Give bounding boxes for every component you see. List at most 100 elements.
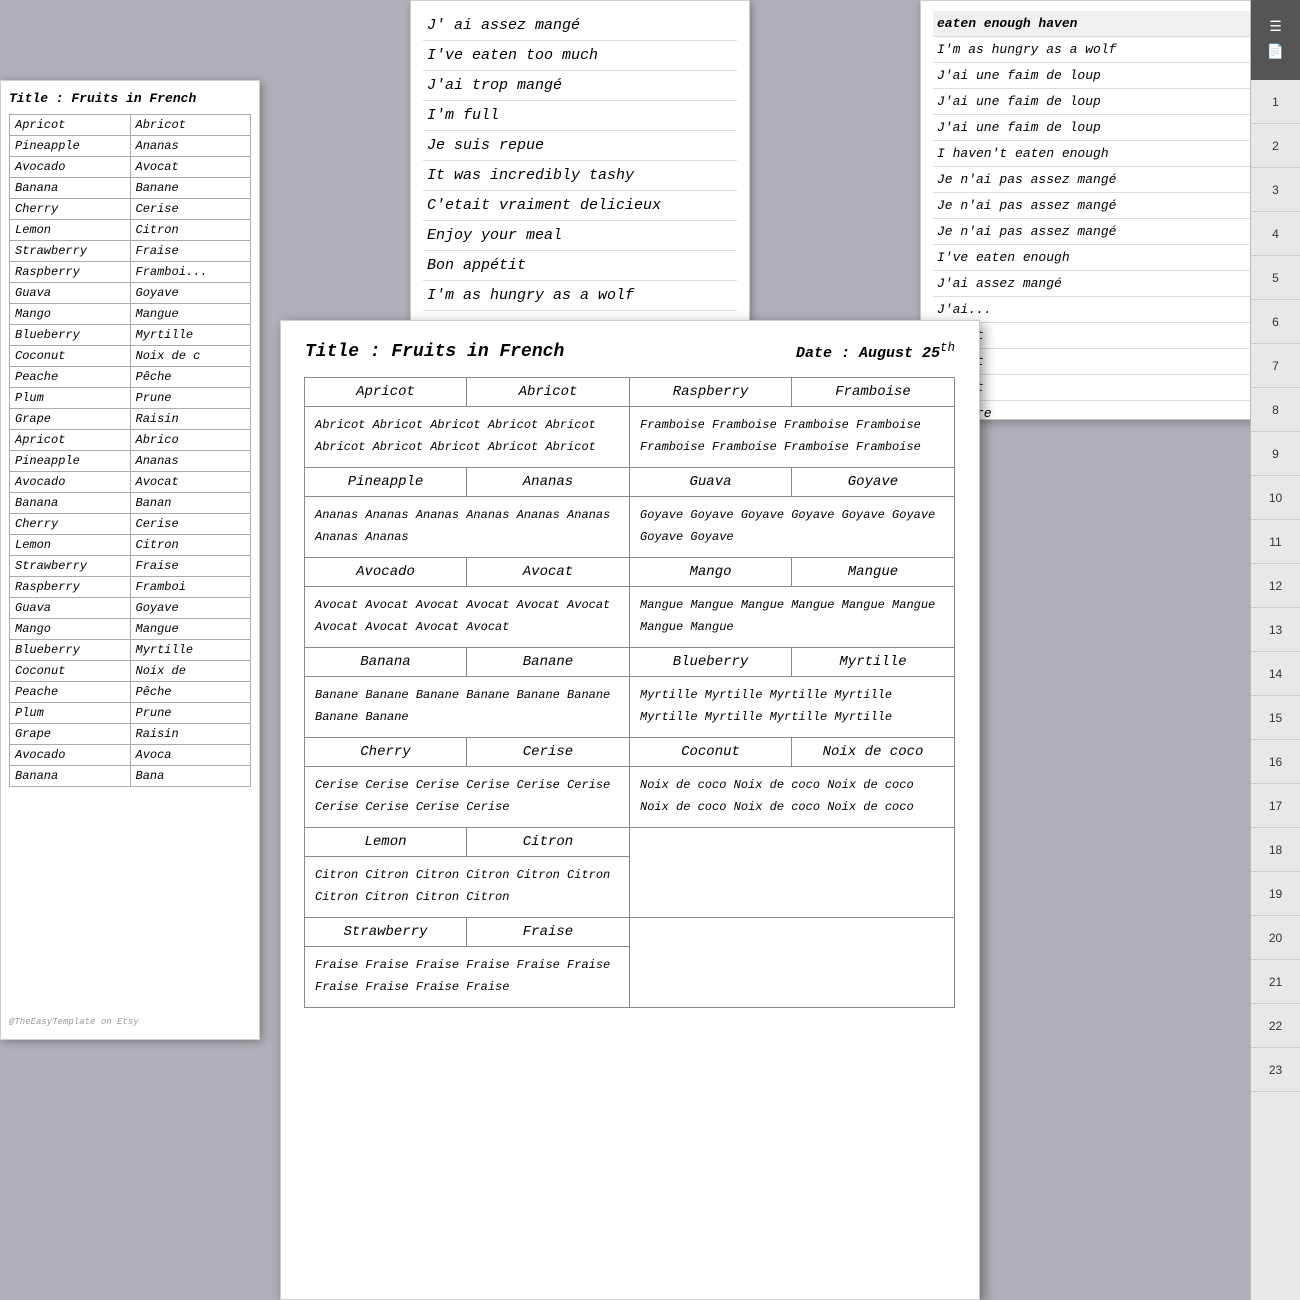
left-fruit-row: CoconutNoix de [10, 661, 251, 682]
fruit-english-header: Banana [305, 648, 467, 676]
fruit-french: Avocat [130, 472, 251, 493]
fruit-french-header: Abricot [467, 378, 629, 406]
fruit-section-header: Blueberry Myrtille [630, 648, 954, 677]
left-fruit-row: StrawberryFraise [10, 556, 251, 577]
fruit-practice-left: Avocat Avocat Avocat Avocat Avocat Avoca… [305, 587, 629, 647]
left-fruit-row: PineappleAnanas [10, 451, 251, 472]
fruit-english: Blueberry [10, 325, 131, 346]
fruit-section-header: Raspberry Framboise [630, 378, 954, 407]
phrase-line-right: Je n'ai pas assez mangé [933, 219, 1287, 245]
sidebar-number[interactable]: 6 [1251, 300, 1300, 344]
fruit-practice-right: Framboise Framboise Framboise Framboise … [630, 407, 954, 467]
sidebar-number[interactable]: 18 [1251, 828, 1300, 872]
sidebar-num-label: 11 [1269, 535, 1281, 549]
fruit-section-left: Cherry Cerise Cerise Cerise Cerise Ceris… [304, 737, 630, 828]
sidebar-number[interactable]: 9 [1251, 432, 1300, 476]
sidebar-number[interactable]: 10 [1251, 476, 1300, 520]
phrase-line-right: J'ai une faim de loup [933, 89, 1287, 115]
fruit-french: Raisin [130, 409, 251, 430]
sidebar-number[interactable]: 12 [1251, 564, 1300, 608]
phrase-line-right: suis re [933, 401, 1287, 420]
sidebar-num-label: 20 [1269, 931, 1282, 945]
fruit-english: Peache [10, 367, 131, 388]
sidebar-number[interactable]: 20 [1251, 916, 1300, 960]
fruit-english: Cherry [10, 514, 131, 535]
fruit-section-right [629, 827, 955, 918]
fruit-section-left: Strawberry Fraise Fraise Fraise Fraise F… [304, 917, 630, 1008]
left-fruit-row: ApricotAbrico [10, 430, 251, 451]
fruit-section-left: Avocado Avocat Avocat Avocat Avocat Avoc… [304, 557, 630, 648]
left-fruit-row: BananaBanane [10, 178, 251, 199]
sidebar-number[interactable]: 7 [1251, 344, 1300, 388]
fruit-english-header: Coconut [630, 738, 792, 766]
left-fruit-row: PeachePêche [10, 367, 251, 388]
sidebar-num-label: 9 [1272, 447, 1279, 461]
sidebar-number[interactable]: 15 [1251, 696, 1300, 740]
sidebar-number[interactable]: 17 [1251, 784, 1300, 828]
main-header: Title : Fruits in French Date : August 2… [305, 341, 955, 362]
main-fruit-grid: Apricot Abricot Abricot Abricot Abricot … [305, 378, 955, 1008]
main-page-title: Title : Fruits in French [305, 342, 564, 362]
sidebar-number[interactable]: 14 [1251, 652, 1300, 696]
fruit-english: Raspberry [10, 577, 131, 598]
sidebar-number[interactable]: 4 [1251, 212, 1300, 256]
phrase-line: I've eaten too much [423, 41, 737, 71]
left-fruit-row: MangoMangue [10, 619, 251, 640]
phrase-line-right: J'ai une faim de loup [933, 115, 1287, 141]
fruit-english: Plum [10, 703, 131, 724]
sidebar-number[interactable]: 1 [1251, 80, 1300, 124]
phrase-line: It was incredibly tashy [423, 161, 737, 191]
fruit-english: Guava [10, 283, 131, 304]
left-fruit-table: ApricotAbricotPineappleAnanasAvocadoAvoc… [9, 114, 251, 787]
sidebar-num-label: 15 [1269, 711, 1282, 725]
left-fruit-row: GrapeRaisin [10, 409, 251, 430]
fruit-english: Avocado [10, 745, 131, 766]
phrase-line-right: Je n'ai pas assez mangé [933, 193, 1287, 219]
fruit-french: Goyave [130, 598, 251, 619]
fruit-french: Mangue [130, 619, 251, 640]
document-icon[interactable]: 📄 [1267, 44, 1284, 61]
fruit-section-right: Coconut Noix de coco Noix de coco Noix d… [629, 737, 955, 828]
fruit-english-header: Blueberry [630, 648, 792, 676]
sidebar-number[interactable]: 16 [1251, 740, 1300, 784]
menu-icon[interactable]: ☰ [1269, 19, 1282, 36]
fruit-practice-right: Myrtille Myrtille Myrtille Myrtille Myrt… [630, 677, 954, 737]
sidebar-top: ☰ 📄 [1251, 0, 1300, 80]
fruit-practice-left: Abricot Abricot Abricot Abricot Abricot … [305, 407, 629, 467]
phrase-line-right: I've eaten enough [933, 245, 1287, 271]
fruit-french: Banan [130, 493, 251, 514]
sidebar-number[interactable]: 2 [1251, 124, 1300, 168]
fruit-french-header: Cerise [467, 738, 629, 766]
sidebar-number[interactable]: 11 [1251, 520, 1300, 564]
sidebar-number[interactable]: 22 [1251, 1004, 1300, 1048]
fruit-english: Coconut [10, 346, 131, 367]
fruit-french: Pêche [130, 367, 251, 388]
left-fruit-row: BlueberryMyrtille [10, 325, 251, 346]
sidebar-number[interactable]: 19 [1251, 872, 1300, 916]
left-fruit-row: CoconutNoix de c [10, 346, 251, 367]
fruit-english: Pineapple [10, 451, 131, 472]
sidebar-number[interactable]: 13 [1251, 608, 1300, 652]
left-fruit-row: RaspberryFramboi [10, 577, 251, 598]
fruit-french: Fraise [130, 241, 251, 262]
sidebar-num-label: 16 [1269, 755, 1282, 769]
fruit-french-header: Citron [467, 828, 629, 856]
left-fruit-row: PeachePêche [10, 682, 251, 703]
sidebar-number[interactable]: 8 [1251, 388, 1300, 432]
fruit-french: Myrtille [130, 640, 251, 661]
sidebar-number[interactable]: 23 [1251, 1048, 1300, 1092]
fruit-french: Goyave [130, 283, 251, 304]
fruit-english: Banana [10, 766, 131, 787]
sidebar-number[interactable]: 5 [1251, 256, 1300, 300]
fruit-english: Avocado [10, 472, 131, 493]
left-fruit-row: AvocadoAvoca [10, 745, 251, 766]
sidebar-number[interactable]: 21 [1251, 960, 1300, 1004]
fruit-english: Lemon [10, 535, 131, 556]
fruit-french: Framboi [130, 577, 251, 598]
fruit-english: Avocado [10, 157, 131, 178]
fruit-french: Citron [130, 220, 251, 241]
main-page: Title : Fruits in French Date : August 2… [280, 320, 980, 1300]
sidebar-number[interactable]: 3 [1251, 168, 1300, 212]
fruit-section-header: Avocado Avocat [305, 558, 629, 587]
fruit-french: Raisin [130, 724, 251, 745]
